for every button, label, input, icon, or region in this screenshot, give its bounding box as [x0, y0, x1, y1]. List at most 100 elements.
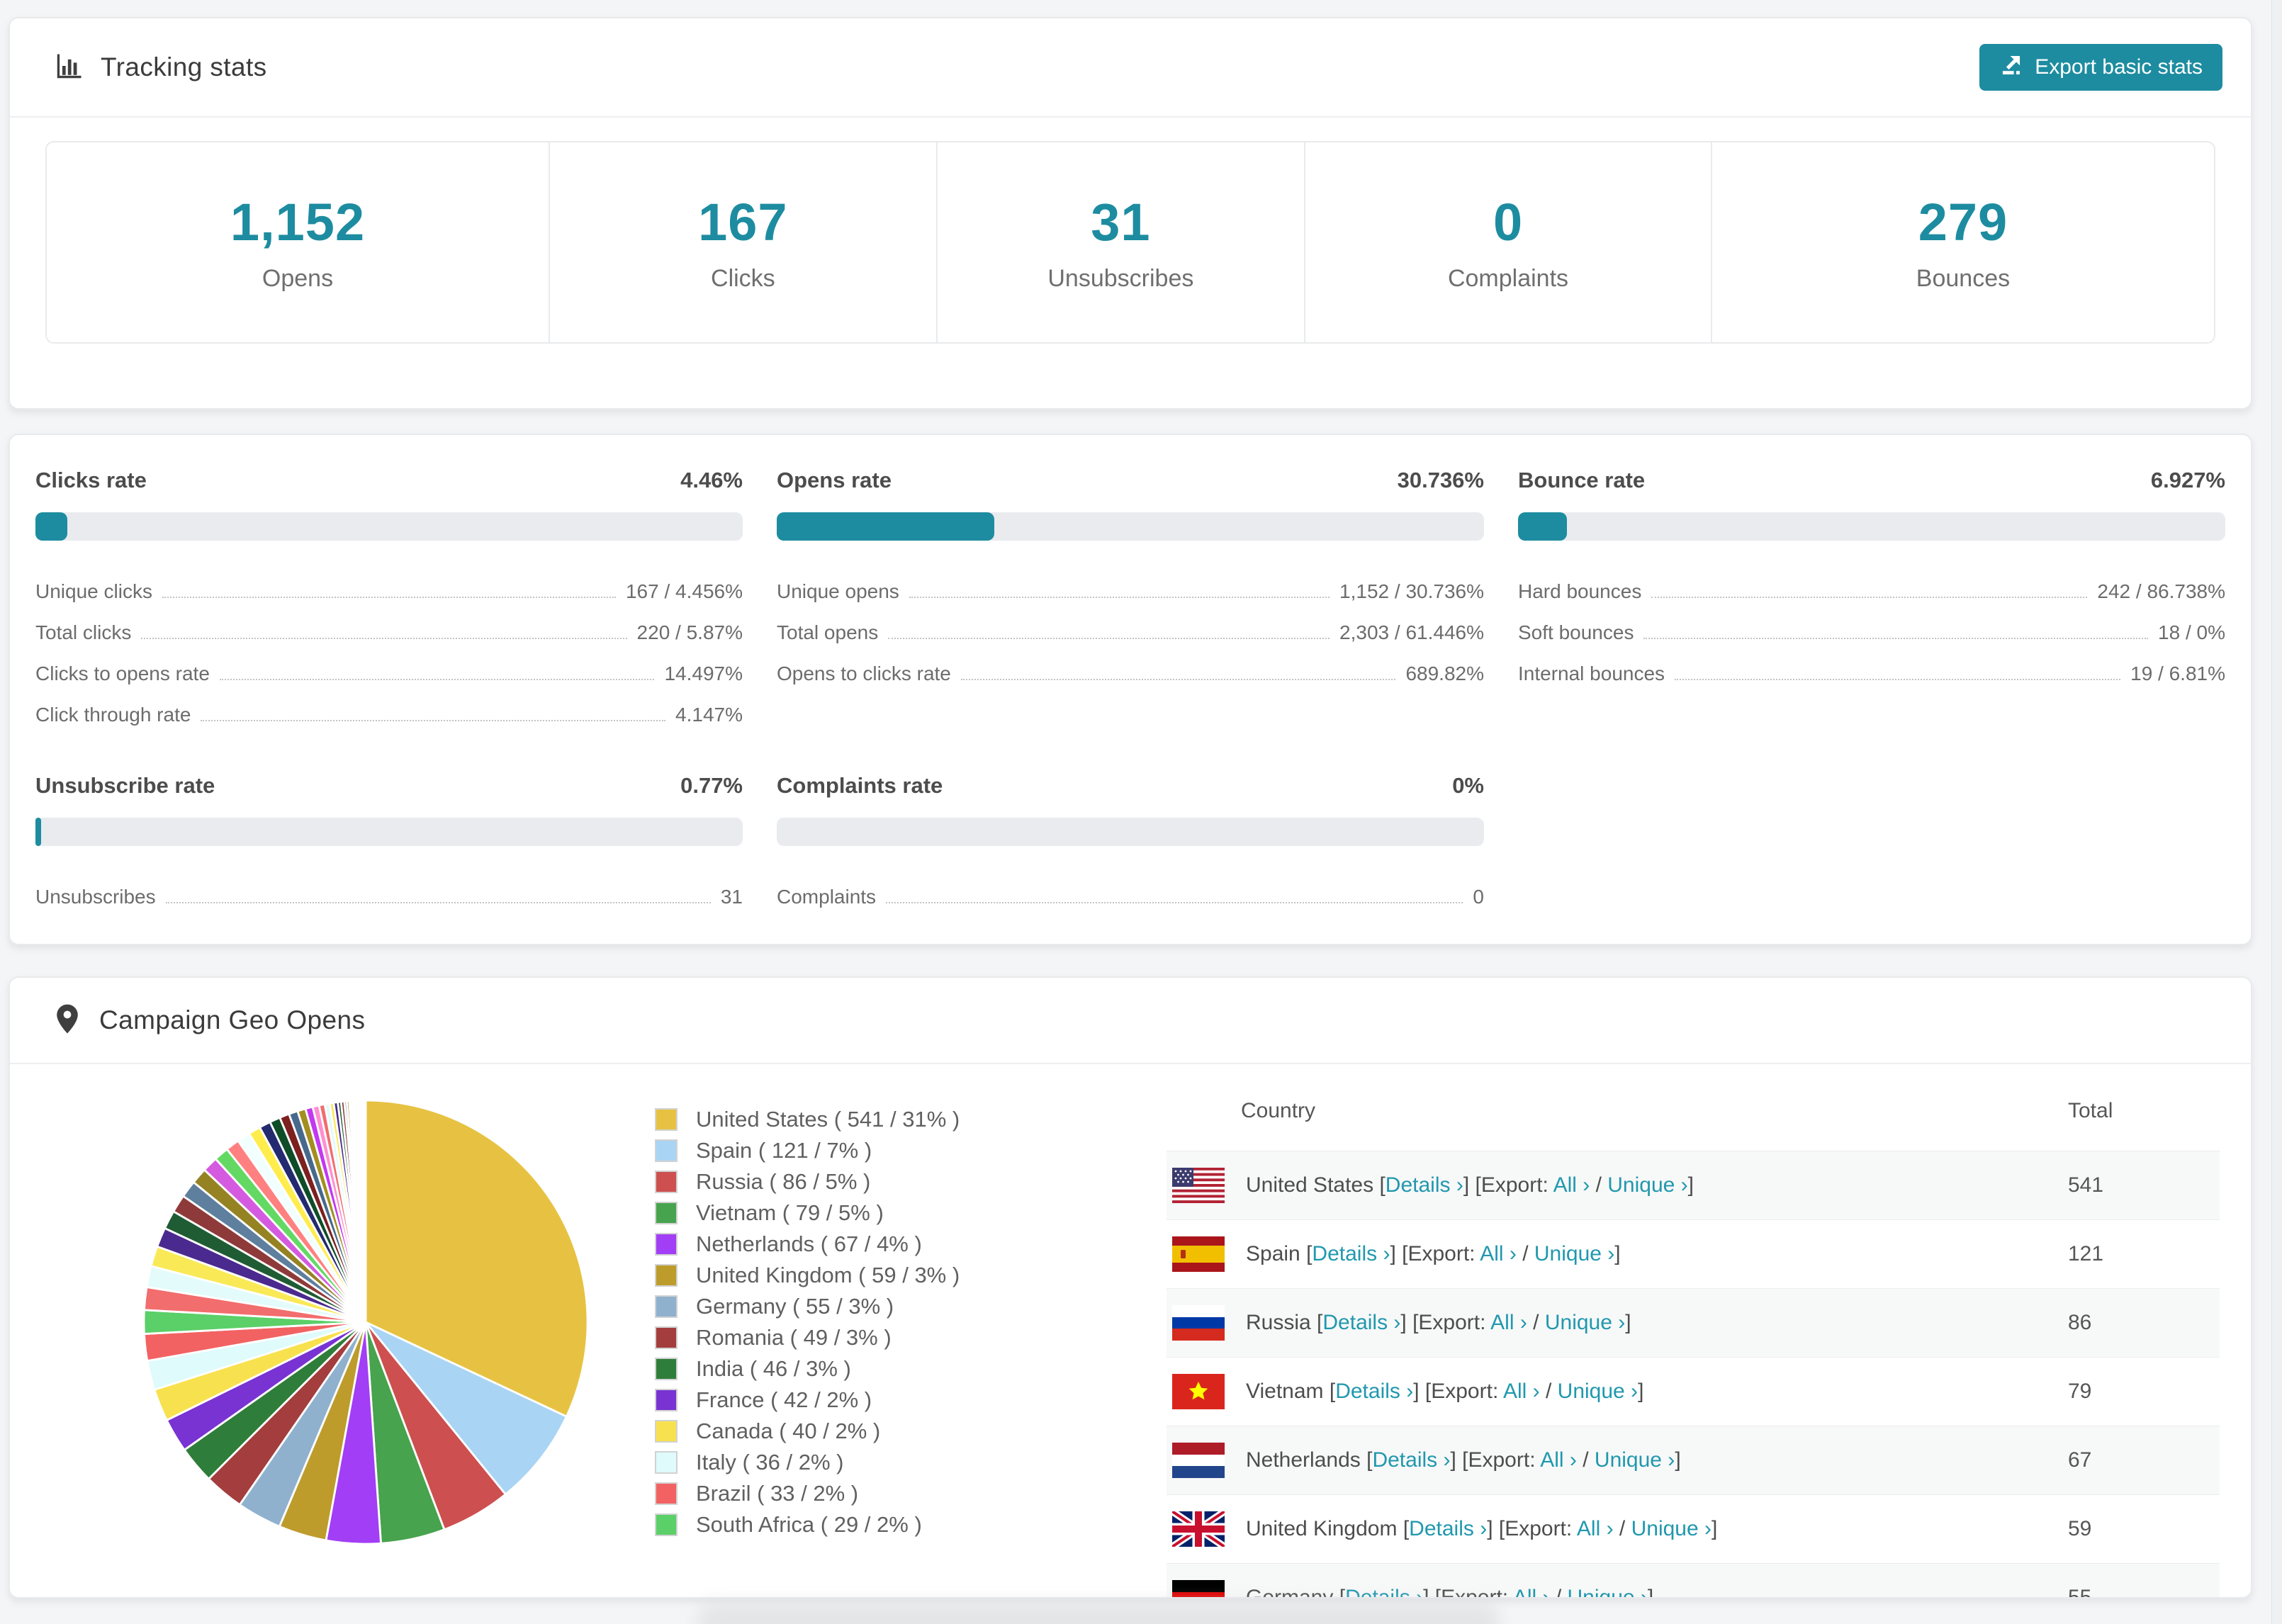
rate-row: Click through rate 4.147% [35, 692, 743, 733]
scrollbar-track[interactable] [2271, 0, 2282, 1624]
complaints-rate-panel: Complaints rate 0% Complaints 0 [777, 773, 1484, 915]
export-all-link[interactable]: All › [1553, 1173, 1590, 1197]
details-link[interactable]: Details › [1335, 1380, 1413, 1403]
export-button-label: Export basic stats [2035, 55, 2203, 79]
export-basic-stats-button[interactable]: Export basic stats [1979, 44, 2222, 91]
country-cell: Vietnam [Details ›] [Export: All › / Uni… [1246, 1380, 1644, 1403]
export-all-link[interactable]: All › [1490, 1311, 1527, 1334]
geo-opens-card: Campaign Geo Opens United States ( 541 /… [9, 976, 2252, 1598]
country-cell: Spain [Details ›] [Export: All › / Uniqu… [1246, 1242, 1621, 1265]
rate-row: Clicks to opens rate 14.497% [35, 651, 743, 692]
rate-row-value: 167 / 4.456% [625, 580, 743, 602]
flag-us-icon [1172, 1168, 1225, 1203]
export-unique-link[interactable]: Unique › [1607, 1173, 1687, 1197]
legend-item: Spain ( 121 / 7% ) [655, 1135, 960, 1166]
details-link[interactable]: Details › [1345, 1586, 1423, 1597]
legend-swatch [655, 1389, 678, 1411]
rate-row: Unique clicks 167 / 4.456% [35, 569, 743, 610]
opens-rate-panel: Opens rate 30.736% Unique opens 1,152 / … [777, 468, 1484, 733]
details-link[interactable]: Details › [1322, 1311, 1400, 1334]
clicks-rate-value: 4.46% [680, 468, 743, 492]
stat-clicks: 167 Clicks [549, 142, 936, 342]
geo-pie-chart[interactable] [130, 1087, 601, 1557]
rate-row: Unsubscribes 31 [35, 874, 743, 915]
dotted-leader [886, 902, 1463, 903]
export-unique-link[interactable]: Unique › [1595, 1448, 1675, 1472]
rate-row: Total opens 2,303 / 61.446% [777, 610, 1484, 651]
country-row-nl: Netherlands [Details ›] [Export: All › /… [1167, 1426, 2220, 1494]
details-link[interactable]: Details › [1312, 1242, 1390, 1265]
country-cell: Germany [Details ›] [Export: All › / Uni… [1246, 1586, 2068, 1597]
rate-row: Opens to clicks rate 689.82% [777, 651, 1484, 692]
pie-slice[interactable] [364, 1099, 367, 1323]
legend-item: Romania ( 49 / 3% ) [655, 1322, 960, 1353]
country-row-ru: Russia [Details ›] [Export: All › / Uniq… [1167, 1288, 2220, 1357]
flag-gb-icon [1172, 1511, 1225, 1547]
bounces-count: 279 [1918, 193, 2008, 252]
country-total: 79 [2068, 1380, 2092, 1403]
export-all-link[interactable]: All › [1503, 1380, 1540, 1403]
pie-legend: United States ( 541 / 31% ) Spain ( 121 … [655, 1104, 960, 1540]
rate-row-value: 1,152 / 30.736% [1339, 580, 1484, 602]
rate-row-value: 242 / 86.738% [2097, 580, 2225, 602]
rate-row: Total clicks 220 / 5.87% [35, 610, 743, 651]
rate-row-label: Unique opens [777, 580, 899, 602]
export-unique-link[interactable]: Unique › [1631, 1517, 1712, 1540]
dotted-leader [201, 720, 666, 721]
flag-ru-icon [1172, 1305, 1225, 1341]
legend-swatch [655, 1451, 678, 1474]
unsubscribe-rate-title: Unsubscribe rate [35, 773, 215, 798]
geo-table-body: United States [Details ›] [Export: All ›… [1167, 1151, 2220, 1598]
country-row-gb: United Kingdom [Details ›] [Export: All … [1167, 1494, 2220, 1563]
dotted-leader [960, 679, 1396, 680]
country-total: 541 [2068, 1173, 2104, 1197]
opens-rate-title: Opens rate [777, 468, 892, 492]
stat-opens: 1,152 Opens [47, 142, 549, 342]
details-link[interactable]: Details › [1372, 1448, 1450, 1472]
rate-row-value: 4.147% [675, 704, 743, 726]
bounce-rate-title: Bounce rate [1518, 468, 1646, 492]
opens-count: 1,152 [230, 193, 366, 252]
legend-label: Germany ( 55 / 3% ) [696, 1294, 894, 1319]
legend-label: United Kingdom ( 59 / 3% ) [696, 1263, 960, 1287]
complaints-rate-title: Complaints rate [777, 773, 943, 798]
country-total: 67 [2068, 1448, 2092, 1472]
country-total: 121 [2068, 1242, 2104, 1265]
export-unique-link[interactable]: Unique › [1545, 1311, 1625, 1334]
clicks-rate-panel: Clicks rate 4.46% Unique clicks 167 / 4.… [35, 468, 743, 733]
dotted-leader [1643, 638, 2149, 639]
export-all-link[interactable]: All › [1577, 1517, 1614, 1540]
legend-label: Russia ( 86 / 5% ) [696, 1169, 871, 1194]
country-name: Vietnam [1246, 1380, 1324, 1403]
legend-label: Brazil ( 33 / 2% ) [696, 1481, 859, 1506]
legend-item: Italy ( 36 / 2% ) [655, 1447, 960, 1478]
export-all-link[interactable]: All › [1540, 1448, 1577, 1472]
legend-label: Romania ( 49 / 3% ) [696, 1325, 892, 1350]
export-all-link[interactable]: All › [1480, 1242, 1517, 1265]
dotted-leader [888, 638, 1330, 639]
complaints-label: Complaints [1447, 265, 1569, 292]
country-name: United Kingdom [1246, 1517, 1398, 1540]
country-cell: United Kingdom [Details ›] [Export: All … [1246, 1517, 1718, 1540]
details-link[interactable]: Details › [1409, 1517, 1487, 1540]
legend-label: Spain ( 121 / 7% ) [696, 1138, 872, 1163]
complaints-rate-progressbar [777, 818, 1484, 846]
rate-row-label: Complaints [777, 886, 877, 908]
bounce-rate-panel: Bounce rate 6.927% Hard bounces 242 / 86… [1518, 468, 2225, 733]
legend-item: India ( 46 / 3% ) [655, 1353, 960, 1385]
export-unique-link[interactable]: Unique › [1534, 1242, 1614, 1265]
dotted-leader [141, 638, 627, 639]
clicks-count: 167 [698, 193, 788, 252]
export-unique-link[interactable]: Unique › [1568, 1586, 1648, 1597]
flag-nl-icon [1172, 1443, 1225, 1478]
legend-item: Canada ( 40 / 2% ) [655, 1416, 960, 1447]
export-all-link[interactable]: All › [1513, 1586, 1550, 1597]
details-link[interactable]: Details › [1386, 1173, 1463, 1197]
country-row-de: Germany [Details ›] [Export: All › / Uni… [1167, 1563, 2220, 1598]
country-total: 55 [2068, 1586, 2092, 1598]
legend-label: Canada ( 40 / 2% ) [696, 1419, 881, 1443]
export-unique-link[interactable]: Unique › [1558, 1380, 1638, 1403]
legend-swatch [655, 1264, 678, 1287]
legend-item: France ( 42 / 2% ) [655, 1385, 960, 1416]
rate-row-label: Total opens [777, 621, 879, 643]
